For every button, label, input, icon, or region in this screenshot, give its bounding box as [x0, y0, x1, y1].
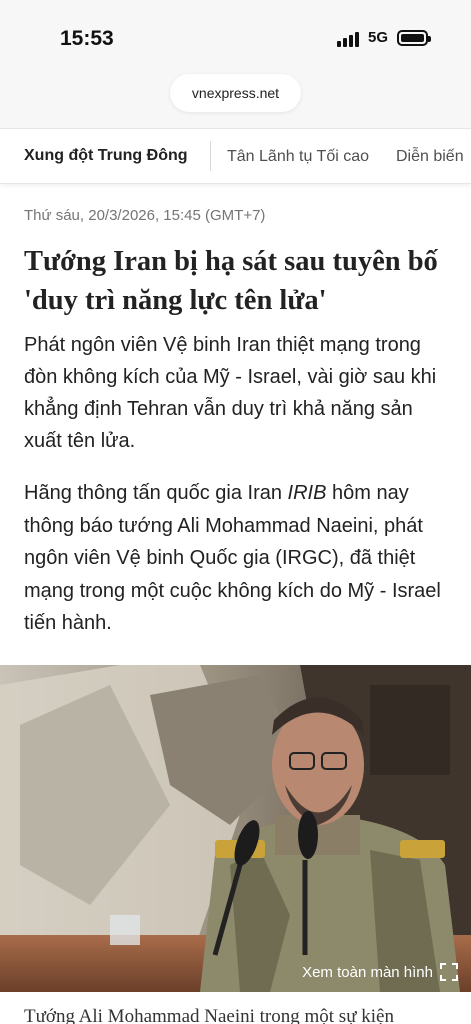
article-lead: Phát ngôn viên Vệ binh Iran thiệt mạng t…	[24, 334, 437, 452]
topic-item-supreme-leader[interactable]: Tân Lãnh tụ Tối cao	[227, 148, 369, 166]
article-title: Tướng Iran bị hạ sát sau tuyên bố 'duy t…	[24, 246, 438, 316]
topic-divider	[210, 141, 211, 171]
photo-illustration	[0, 665, 471, 992]
expand-icon	[440, 963, 458, 981]
status-bar: 15:53 5G	[0, 0, 471, 70]
browser-address-area: vnexpress.net	[0, 70, 471, 128]
network-label: 5G	[368, 29, 389, 46]
photo-caption: Tướng Ali Mohammad Naeini trong một sự k…	[24, 1006, 394, 1024]
signal-icon	[337, 31, 361, 47]
topic-nav: Xung đột Trung Đông Tân Lãnh tụ Tối cao …	[0, 128, 471, 184]
fullscreen-label: Xem toàn màn hình	[302, 963, 433, 981]
topic-item-developments[interactable]: Diễn biến	[396, 148, 464, 166]
article-photo[interactable]: Xem toàn màn hình	[0, 665, 471, 992]
status-time: 15:53	[60, 27, 114, 50]
article-date: Thứ sáu, 20/3/2026, 15:45 (GMT+7)	[24, 207, 266, 224]
battery-icon	[397, 30, 431, 46]
article-paragraph: Hãng thông tấn quốc gia Iran IRIB hôm na…	[24, 482, 441, 634]
source-name: IRIB	[287, 482, 327, 504]
fullscreen-button[interactable]: Xem toàn màn hình	[302, 962, 459, 982]
url-bar[interactable]: vnexpress.net	[170, 74, 301, 112]
topic-main-link[interactable]: Xung đột Trung Đông	[24, 147, 188, 165]
